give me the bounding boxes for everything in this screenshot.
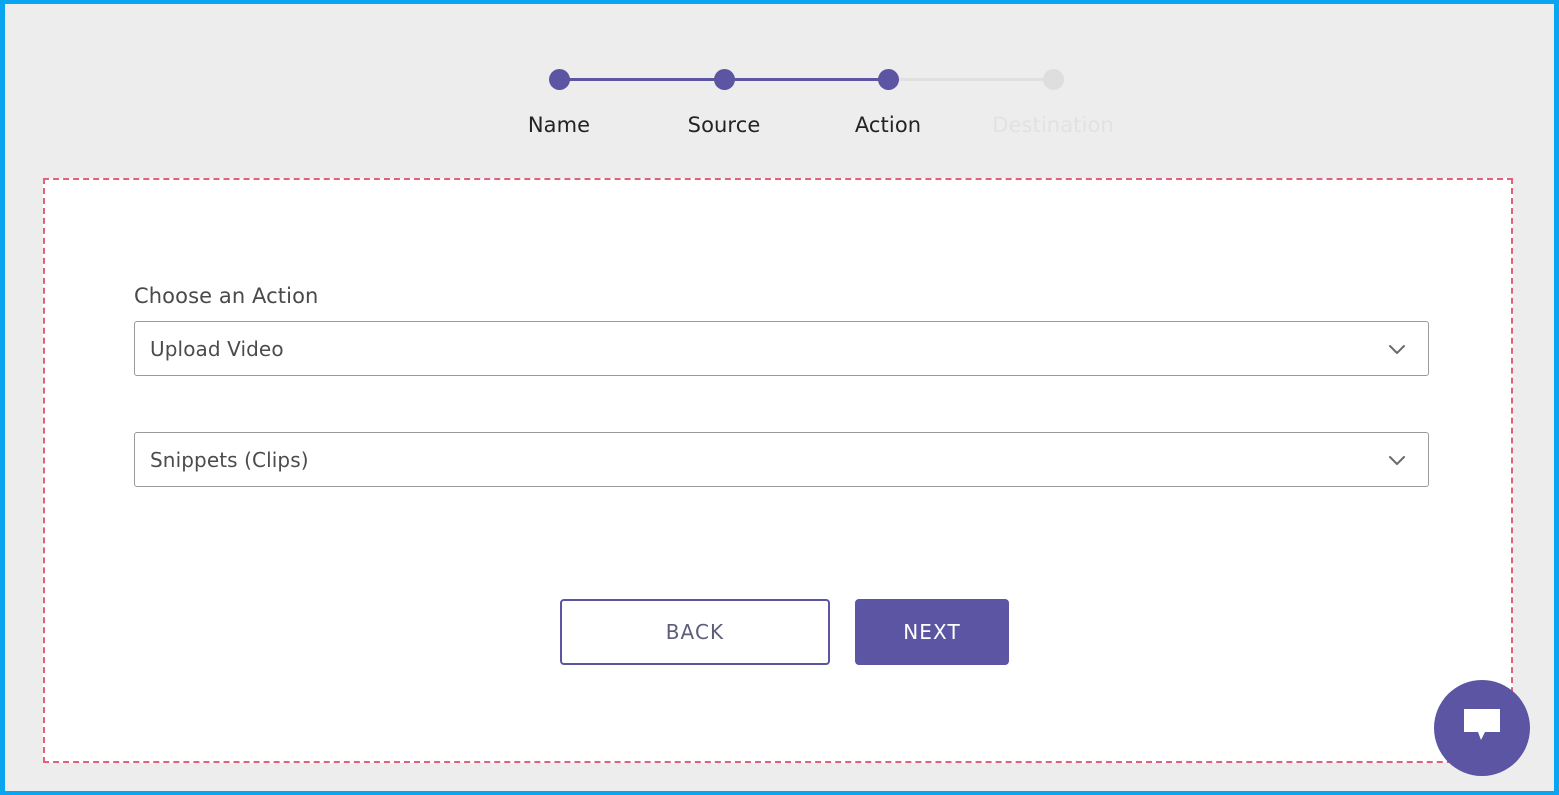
stepper-dot-action[interactable]	[878, 69, 899, 90]
stepper-label-action[interactable]: Action	[855, 113, 921, 137]
stepper-label-name[interactable]: Name	[528, 113, 590, 137]
stepper-segment-3	[888, 78, 1053, 81]
chat-bubble-icon	[1461, 707, 1503, 749]
stepper-segment-1	[559, 78, 724, 81]
content-type-select[interactable]: Snippets (Clips)	[134, 432, 1429, 487]
action-select-value: Upload Video	[135, 337, 284, 361]
action-form: Choose an Action Upload Video Snippets (…	[134, 284, 1430, 487]
chevron-down-icon	[1385, 448, 1409, 472]
action-select[interactable]: Upload Video	[134, 321, 1429, 376]
stepper-label-source[interactable]: Source	[688, 113, 761, 137]
stepper-dot-name[interactable]	[549, 69, 570, 90]
wizard-nav-buttons: BACK NEXT	[560, 599, 1009, 665]
wizard-stepper: Name Source Action Destination	[5, 50, 1554, 160]
chat-launcher-button[interactable]	[1434, 680, 1530, 776]
stepper-track	[559, 77, 1053, 81]
wizard-step-card: Choose an Action Upload Video Snippets (…	[43, 178, 1513, 763]
stepper-label-destination: Destination	[992, 113, 1114, 137]
choose-action-label: Choose an Action	[134, 284, 1430, 308]
app-window: Name Source Action Destination Choose an…	[0, 0, 1559, 795]
next-button[interactable]: NEXT	[855, 599, 1009, 665]
back-button[interactable]: BACK	[560, 599, 830, 665]
content-type-select-value: Snippets (Clips)	[135, 448, 309, 472]
stepper-dot-destination[interactable]	[1043, 69, 1064, 90]
form-spacer	[134, 376, 1430, 432]
stepper-segment-2	[724, 78, 889, 81]
chevron-down-icon	[1385, 337, 1409, 361]
stepper-dot-source[interactable]	[714, 69, 735, 90]
